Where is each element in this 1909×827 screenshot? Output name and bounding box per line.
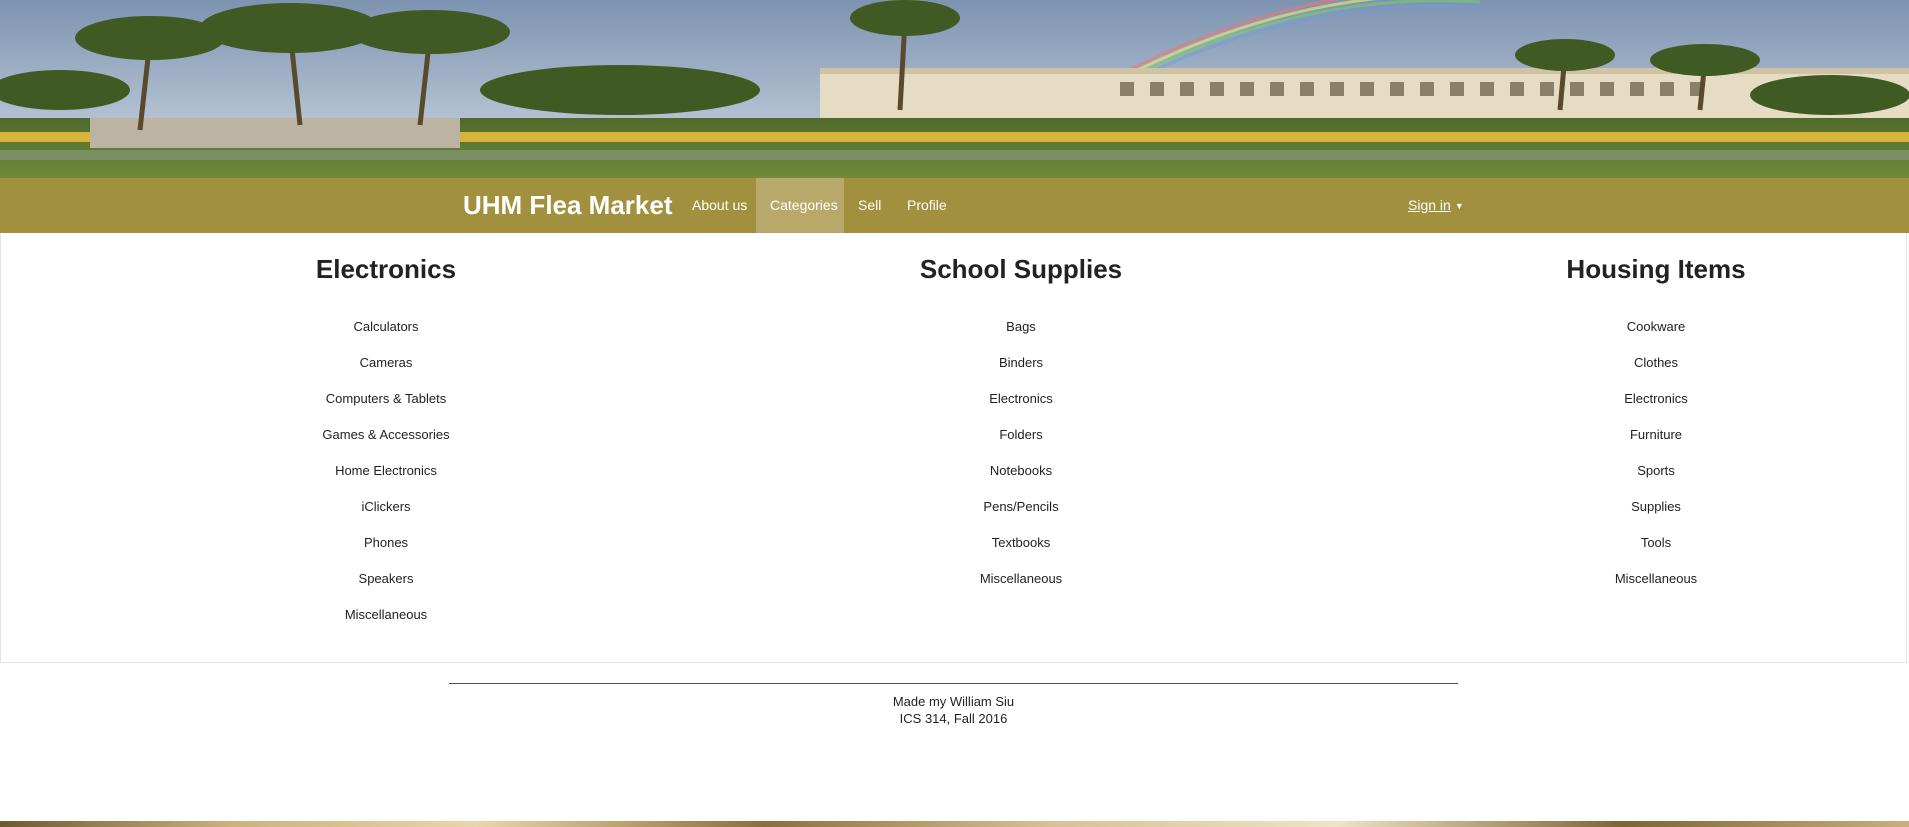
category-column-school-supplies: School Supplies Bags Binders Electronics… [851,233,1191,597]
nav-profile[interactable]: Profile [893,178,961,233]
category-heading: Housing Items [1566,254,1746,284]
category-link[interactable]: Notebooks [851,453,1191,489]
category-link[interactable]: Furniture [1486,417,1826,453]
category-link[interactable]: Clothes [1486,345,1826,381]
category-link[interactable]: Speakers [216,561,556,597]
caret-down-icon: ▼ [1454,200,1464,211]
category-link[interactable]: Textbooks [851,525,1191,561]
category-list: Calculators Cameras Computers & Tablets … [216,309,556,633]
category-column-electronics: Electronics Calculators Cameras Computer… [216,233,556,633]
category-link[interactable]: Phones [216,525,556,561]
nav-about-us[interactable]: About us [678,178,761,233]
categories-panel: Electronics Calculators Cameras Computer… [0,233,1907,663]
category-link[interactable]: Electronics [851,381,1191,417]
category-link[interactable]: Games & Accessories [216,417,556,453]
nav-sell[interactable]: Sell [844,178,895,233]
category-link[interactable]: Cookware [1486,309,1826,345]
category-link[interactable]: iClickers [216,489,556,525]
top-navbar: UHM Flea Market About us Categories Sell… [0,178,1909,233]
category-list: Bags Binders Electronics Folders Noteboo… [851,309,1191,597]
sign-in-dropdown[interactable]: Sign in ▼ [1408,178,1464,233]
campus-banner-image [0,0,1909,178]
background-image-strip [0,821,1909,827]
category-link[interactable]: Home Electronics [216,453,556,489]
category-link[interactable]: Binders [851,345,1191,381]
nav-categories[interactable]: Categories [756,178,844,233]
category-link[interactable]: Miscellaneous [1486,561,1826,597]
category-link[interactable]: Miscellaneous [216,597,556,633]
category-heading: Electronics [315,254,457,284]
category-link[interactable]: Supplies [1486,489,1826,525]
category-link[interactable]: Miscellaneous [851,561,1191,597]
category-link[interactable]: Tools [1486,525,1826,561]
category-link[interactable]: Pens/Pencils [851,489,1191,525]
category-heading: School Supplies [919,254,1123,284]
page-footer: Made my William Siu ICS 314, Fall 2016 [449,683,1458,726]
category-link[interactable]: Electronics [1486,381,1826,417]
category-link[interactable]: Computers & Tablets [216,381,556,417]
category-list: Cookware Clothes Electronics Furniture S… [1486,309,1826,597]
sign-in-label: Sign in [1408,197,1451,213]
category-link[interactable]: Calculators [216,309,556,345]
category-link[interactable]: Bags [851,309,1191,345]
category-link[interactable]: Sports [1486,453,1826,489]
brand-link[interactable]: UHM Flea Market [463,178,673,233]
category-link[interactable]: Folders [851,417,1191,453]
category-column-housing-items: Housing Items Cookware Clothes Electroni… [1486,233,1826,597]
footer-course: ICS 314, Fall 2016 [899,711,1008,726]
category-link[interactable]: Cameras [216,345,556,381]
footer-credit: Made my William Siu [892,694,1015,709]
